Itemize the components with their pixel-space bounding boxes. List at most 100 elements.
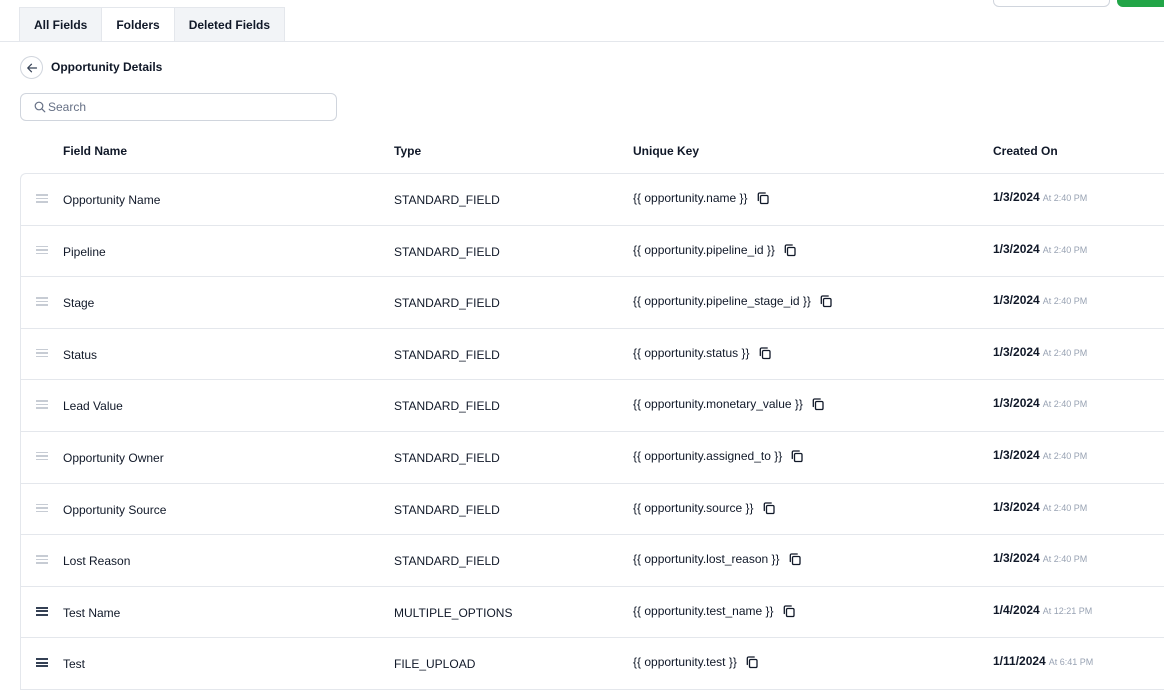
created-time: At 2:40 PM [1042, 450, 1088, 461]
table-row[interactable]: Lost Reason STANDARD_FIELD {{ opportunit… [21, 535, 1164, 587]
drag-handle-icon[interactable] [36, 503, 48, 514]
created-date: 1/3/2024 [993, 344, 1040, 359]
unique-key: {{ opportunity.status }} [633, 345, 750, 360]
table-row[interactable]: Test FILE_UPLOAD {{ opportunity.test }} … [21, 638, 1164, 690]
column-header-created-on[interactable]: Created On [993, 144, 1058, 158]
created-date: 1/11/2024 [993, 654, 1046, 669]
created-on: 1/3/2024 At 2:40 PM [993, 345, 1087, 359]
top-input[interactable] [993, 0, 1110, 7]
created-date: 1/4/2024 [993, 602, 1040, 617]
drag-handle-icon[interactable] [36, 348, 48, 359]
created-on: 1/3/2024 At 2:40 PM [993, 448, 1087, 462]
top-action-button[interactable] [1117, 0, 1164, 7]
copy-icon[interactable] [782, 604, 796, 618]
field-type: STANDARD_FIELD [394, 244, 500, 259]
drag-handle-icon[interactable] [36, 400, 48, 410]
unique-key: {{ opportunity.pipeline_stage_id }} [633, 294, 811, 309]
column-header-unique-key[interactable]: Unique Key [633, 144, 699, 158]
drag-handle-icon[interactable] [36, 658, 48, 668]
table-row[interactable]: Opportunity Source STANDARD_FIELD {{ opp… [21, 484, 1164, 536]
created-time: At 2:40 PM [1042, 296, 1088, 307]
created-time: At 2:40 PM [1042, 347, 1088, 358]
tab-divider [0, 41, 1164, 42]
created-date: 1/3/2024 [993, 293, 1040, 308]
page-title: Opportunity Details [51, 60, 163, 74]
created-date: 1/3/2024 [993, 396, 1040, 411]
unique-key-cell: {{ opportunity.test }} [633, 655, 759, 669]
tab-bar: All Fields Folders Deleted Fields [19, 7, 286, 42]
copy-icon[interactable] [758, 346, 772, 360]
arrow-left-icon [26, 63, 37, 72]
unique-key: {{ opportunity.lost_reason }} [633, 552, 780, 567]
created-date: 1/3/2024 [993, 447, 1040, 462]
created-time: At 2:40 PM [1042, 554, 1088, 565]
copy-icon[interactable] [762, 501, 776, 515]
field-type: STANDARD_FIELD [394, 502, 500, 517]
field-name: Lost Reason [63, 554, 131, 569]
table-row[interactable]: Opportunity Name STANDARD_FIELD {{ oppor… [21, 174, 1164, 226]
created-date: 1/3/2024 [993, 241, 1040, 256]
column-header-field-name[interactable]: Field Name [63, 144, 127, 158]
unique-key: {{ opportunity.test }} [633, 655, 737, 670]
back-button[interactable] [20, 56, 43, 79]
field-type: MULTIPLE_OPTIONS [394, 605, 513, 620]
drag-handle-icon[interactable] [36, 555, 48, 565]
copy-icon[interactable] [788, 552, 802, 566]
created-date: 1/3/2024 [993, 190, 1040, 204]
field-name: Opportunity Owner [63, 450, 164, 465]
unique-key-cell: {{ opportunity.lost_reason }} [633, 552, 802, 566]
unique-key-cell: {{ opportunity.name }} [633, 191, 770, 205]
field-name: Test [63, 657, 86, 672]
field-type: FILE_UPLOAD [394, 657, 476, 672]
unique-key: {{ opportunity.monetary_value }} [633, 397, 803, 412]
created-time: At 2:40 PM [1042, 399, 1088, 410]
drag-handle-icon[interactable] [36, 245, 48, 256]
field-type: STANDARD_FIELD [394, 450, 500, 465]
table-row[interactable]: Opportunity Owner STANDARD_FIELD {{ oppo… [21, 432, 1164, 484]
table-row[interactable]: Lead Value STANDARD_FIELD {{ opportunity… [21, 380, 1164, 432]
tab-deleted-fields[interactable]: Deleted Fields [173, 7, 286, 42]
column-header-type[interactable]: Type [394, 144, 421, 158]
created-time: At 2:40 PM [1042, 502, 1088, 513]
unique-key-cell: {{ opportunity.pipeline_stage_id }} [633, 294, 833, 308]
created-date: 1/3/2024 [993, 551, 1040, 566]
copy-icon[interactable] [745, 655, 759, 669]
unique-key-cell: {{ opportunity.status }} [633, 346, 772, 360]
copy-icon[interactable] [790, 449, 804, 463]
created-on: 1/3/2024 At 2:40 PM [993, 242, 1087, 256]
copy-icon[interactable] [756, 191, 770, 205]
field-type: STANDARD_FIELD [394, 554, 500, 569]
unique-key-cell: {{ opportunity.pipeline_id }} [633, 243, 797, 257]
tab-folders[interactable]: Folders [101, 7, 175, 42]
created-time: At 12:21 PM [1042, 605, 1093, 616]
table-row[interactable]: Pipeline STANDARD_FIELD {{ opportunity.p… [21, 226, 1164, 278]
unique-key: {{ opportunity.name }} [633, 191, 748, 205]
drag-handle-icon[interactable] [36, 297, 48, 307]
field-name: Pipeline [63, 244, 106, 259]
tab-all-fields[interactable]: All Fields [19, 7, 103, 42]
search-input[interactable] [48, 100, 328, 114]
table-row[interactable]: Stage STANDARD_FIELD {{ opportunity.pipe… [21, 277, 1164, 329]
copy-icon[interactable] [819, 294, 833, 308]
copy-icon[interactable] [783, 243, 797, 257]
drag-handle-icon[interactable] [36, 194, 48, 204]
created-time: At 2:40 PM [1042, 193, 1088, 203]
unique-key: {{ opportunity.assigned_to }} [633, 448, 783, 463]
drag-handle-icon[interactable] [36, 451, 48, 462]
unique-key: {{ opportunity.test_name }} [633, 603, 774, 618]
field-name: Status [63, 347, 98, 362]
unique-key: {{ opportunity.source }} [633, 500, 754, 515]
created-date: 1/3/2024 [993, 499, 1040, 514]
field-name: Lead Value [63, 399, 123, 414]
table-row[interactable]: Status STANDARD_FIELD {{ opportunity.sta… [21, 329, 1164, 381]
created-on: 1/4/2024 At 12:21 PM [993, 603, 1092, 617]
created-on: 1/3/2024 At 2:40 PM [993, 190, 1087, 204]
field-name: Opportunity Name [63, 193, 161, 207]
unique-key-cell: {{ opportunity.monetary_value }} [633, 397, 825, 411]
created-on: 1/3/2024 At 2:40 PM [993, 396, 1087, 410]
drag-handle-icon[interactable] [36, 606, 48, 617]
copy-icon[interactable] [811, 397, 825, 411]
table-row[interactable]: Test Name MULTIPLE_OPTIONS {{ opportunit… [21, 587, 1164, 639]
created-time: At 6:41 PM [1048, 657, 1094, 668]
created-on: 1/3/2024 At 2:40 PM [993, 500, 1087, 514]
